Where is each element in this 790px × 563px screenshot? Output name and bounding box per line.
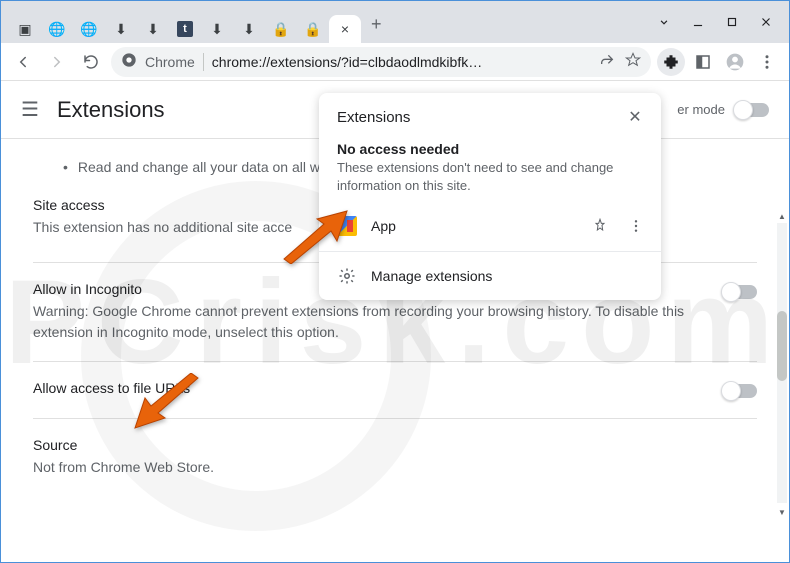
tab[interactable]: ⬇ [201,15,233,43]
section-sub: Not from Chrome Web Store. [33,457,757,478]
download-icon: ⬇ [209,21,225,37]
developer-mode-row: er mode [677,102,769,117]
annotation-arrow [133,373,203,438]
titlebar: ▣ 🌐 🌐 ⬇ ⬇ t ⬇ ⬇ 🔒 🔒 × + [1,1,789,43]
scrollbar-thumb[interactable] [777,311,787,381]
more-icon[interactable] [625,215,647,237]
extensions-button[interactable] [657,48,685,76]
reload-button[interactable] [77,48,105,76]
section-source: Source Not from Chrome Web Store. [33,437,757,478]
incognito-toggle[interactable] [723,285,757,299]
lock-icon: 🔒 [273,21,289,37]
tab-active[interactable]: × [329,15,361,43]
tab[interactable]: 🌐 [41,15,73,43]
divider [319,251,661,252]
download-icon: ⬇ [113,21,129,37]
scroll-down-arrow[interactable]: ▼ [777,505,787,519]
toolbar-right [657,48,781,76]
forward-button[interactable] [43,48,71,76]
section-title: Source [33,437,757,453]
globe-icon: 🌐 [81,21,97,37]
file-urls-toggle[interactable] [723,384,757,398]
extension-label: App [371,218,575,234]
new-tab-button[interactable]: + [361,6,392,43]
tabstrip: ▣ 🌐 🌐 ⬇ ⬇ t ⬇ ⬇ 🔒 🔒 × + [1,1,647,43]
url-text: chrome://extensions/?id=clbdaodlmdkibfk… [212,54,591,70]
tab[interactable]: 🔒 [297,15,329,43]
menu-button[interactable] [753,48,781,76]
url-scheme: Chrome [145,54,195,70]
gear-icon [337,266,357,286]
close-icon[interactable]: × [337,21,353,37]
annotation-arrow [279,209,349,269]
maximize-button[interactable] [715,8,749,36]
close-button[interactable] [749,8,783,36]
popup-section-sub: These extensions don't need to see and c… [319,159,661,205]
separator [203,53,204,71]
globe-icon: 🌐 [49,21,65,37]
popup-title: Extensions [337,109,623,126]
chevron-down-icon[interactable] [647,8,681,36]
tab[interactable]: ⬇ [137,15,169,43]
tab[interactable]: t [169,15,201,43]
download-icon: ⬇ [145,21,161,37]
intercom-icon: ▣ [17,21,33,37]
extensions-popup: Extensions ✕ No access needed These exte… [319,93,661,300]
tab[interactable]: ▣ [9,15,41,43]
page-title: Extensions [57,97,165,123]
scroll-up-arrow[interactable]: ▲ [777,209,787,223]
hamburger-icon[interactable]: ☰ [21,97,39,122]
back-button[interactable] [9,48,37,76]
sidepanel-button[interactable] [689,48,717,76]
section-sub: Warning: Google Chrome cannot prevent ex… [33,301,723,343]
omnibox[interactable]: Chrome chrome://extensions/?id=clbdaodlm… [111,47,651,77]
lock-icon: 🔒 [305,21,321,37]
popup-close-button[interactable]: ✕ [623,105,647,129]
tab[interactable]: 🔒 [265,15,297,43]
minimize-button[interactable] [681,8,715,36]
developer-mode-toggle[interactable] [735,103,769,117]
profile-button[interactable] [721,48,749,76]
popup-section-title: No access needed [319,135,661,159]
tab[interactable]: ⬇ [233,15,265,43]
manage-extensions-button[interactable]: Manage extensions [319,256,661,296]
download-icon: ⬇ [241,21,257,37]
tab[interactable]: 🌐 [73,15,105,43]
tumblr-icon: t [177,21,193,37]
tab[interactable]: ⬇ [105,15,137,43]
extension-item-app[interactable]: App [319,205,661,247]
share-icon[interactable] [599,52,615,71]
devmode-label: er mode [677,102,725,117]
pin-icon[interactable] [589,215,611,237]
chrome-icon [121,52,137,71]
divider [33,361,757,362]
manage-label: Manage extensions [371,268,647,284]
window-controls [647,1,789,43]
browser-toolbar: Chrome chrome://extensions/?id=clbdaodlm… [1,43,789,81]
bookmark-icon[interactable] [625,52,641,71]
